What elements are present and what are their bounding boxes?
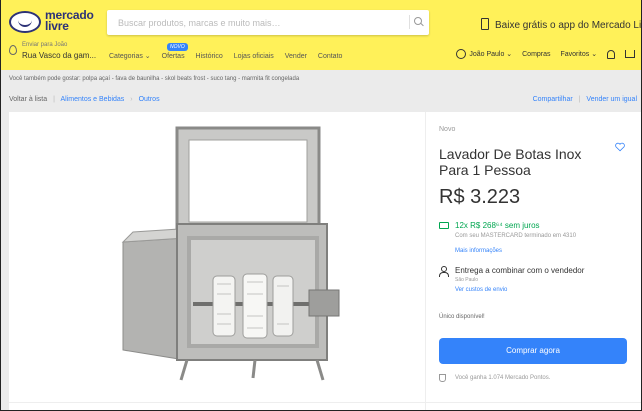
notifications-icon[interactable]	[607, 49, 616, 59]
nav-categories[interactable]: Categorias ⌄	[109, 53, 151, 60]
app-promo[interactable]: Baixe grátis o app do Mercado Livre	[481, 18, 642, 31]
bottom-divider	[9, 402, 641, 403]
share-actions: Compartilhar | Vender um igual	[533, 96, 637, 103]
points-text: Você ganha 1.074 Mercado Pontos.	[455, 375, 551, 381]
user-menu[interactable]: João Paulo ⌄	[469, 51, 512, 58]
user-nav: João Paulo ⌄ Compras Favoritos ⌄	[448, 49, 635, 59]
new-badge: NOVO	[167, 43, 188, 51]
favorite-heart-icon[interactable]	[615, 142, 625, 152]
nav-offers[interactable]: Ofertas	[162, 53, 185, 60]
back-to-list-link[interactable]: Voltar à lista	[9, 96, 47, 103]
product-price: R$ 3.223	[439, 186, 521, 208]
nav-sell[interactable]: Vender	[285, 53, 307, 60]
trophy-icon	[439, 374, 446, 382]
location-address: Rua Vasco da gam...	[22, 51, 97, 60]
search-bar	[107, 10, 429, 35]
mercado-livre-logo[interactable]: mercado livre	[9, 9, 94, 35]
page: mercado livre Baixe grátis o app do Merc…	[0, 0, 642, 411]
related-searches[interactable]: Você também pode gostar: polpa açaí - fa…	[9, 76, 299, 82]
person-icon	[439, 266, 449, 277]
product-title: Lavador De Botas Inox Para 1 Pessoa	[439, 146, 582, 178]
purchases-link[interactable]: Compras	[522, 51, 550, 58]
delivery-location[interactable]: Enviar para João Rua Vasco da gam...	[9, 42, 99, 64]
shipping-costs-link[interactable]: Ver custos de envio	[455, 287, 507, 293]
product-card: Novo Lavador De Botas Inox Para 1 Pessoa…	[9, 112, 641, 410]
product-image[interactable]	[77, 124, 357, 384]
buy-now-button[interactable]: Comprar agora	[439, 338, 627, 364]
share-separator: |	[578, 96, 581, 103]
product-condition: Novo	[439, 126, 456, 133]
breadcrumb: Voltar à lista | Alimentos e Bebidas › O…	[9, 96, 160, 103]
installments-text: 12x R$ 268⁶⁴ sem juros	[455, 221, 540, 230]
search-icon[interactable]	[409, 15, 422, 29]
handshake-icon	[9, 11, 41, 33]
main-nav: Categorias ⌄ Ofertas Histórico Lojas ofi…	[109, 43, 351, 60]
breadcrumb-others[interactable]: Outros	[139, 96, 160, 103]
nav-history[interactable]: Histórico	[196, 53, 223, 60]
sell-similar-link[interactable]: Vender um igual	[586, 96, 637, 103]
location-label: Enviar para João	[22, 42, 68, 48]
location-pin-icon	[9, 45, 17, 55]
cart-icon[interactable]	[625, 50, 635, 58]
header: mercado livre Baixe grátis o app do Merc…	[1, 0, 642, 70]
shipping-text: Entrega a combinar com o vendedor	[455, 266, 585, 275]
search-input[interactable]	[107, 10, 397, 35]
shipping-city: São Paulo	[455, 277, 479, 283]
column-divider	[425, 112, 426, 410]
breadcrumb-food-beverages[interactable]: Alimentos e Bebidas	[60, 96, 124, 103]
more-info-link[interactable]: Mais informações	[455, 248, 502, 254]
app-promo-text: Baixe grátis o app do Mercado Livre	[495, 20, 642, 31]
breadcrumb-chevron-icon: ›	[130, 96, 133, 103]
logo-text: mercado livre	[45, 8, 94, 33]
nav-official-stores[interactable]: Lojas oficiais	[234, 53, 274, 60]
installments-detail: Com seu MASTERCARD terminado em 4310	[455, 233, 577, 239]
share-link[interactable]: Compartilhar	[533, 96, 573, 103]
phone-icon	[481, 18, 489, 30]
stock-status: Único disponível!	[439, 314, 485, 320]
user-avatar-icon[interactable]	[456, 49, 467, 59]
breadcrumb-separator: |	[53, 96, 55, 103]
nav-contact[interactable]: Contato	[318, 53, 343, 60]
credit-card-icon	[439, 222, 449, 229]
favorites-menu[interactable]: Favoritos ⌄	[560, 51, 597, 58]
